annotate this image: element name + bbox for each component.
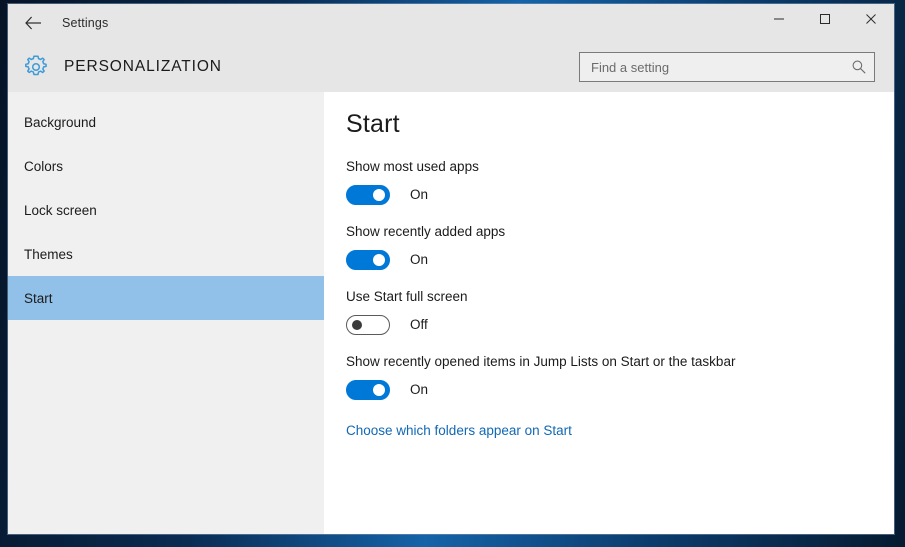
toggle-use-start-full-screen[interactable]: [346, 314, 390, 335]
close-icon: [866, 14, 876, 24]
search-icon: [852, 60, 866, 74]
sidebar-item-label: Colors: [24, 158, 64, 174]
toggle-knob: [373, 383, 385, 396]
setting-show-most-used-apps: Show most used apps On: [346, 159, 894, 205]
toggle-show-recently-added-apps[interactable]: [346, 249, 390, 270]
search-input[interactable]: [580, 53, 844, 81]
settings-gear-button[interactable]: [19, 50, 53, 84]
toggle-knob: [352, 319, 362, 330]
sidebar-item-themes[interactable]: Themes: [8, 232, 324, 276]
settings-content-pane: Start Show most used apps On Show recent…: [324, 92, 894, 534]
toggle-show-recently-opened-items[interactable]: [346, 379, 390, 400]
setting-use-start-full-screen: Use Start full screen Off: [346, 289, 894, 335]
sidebar-nav: Background Colors Lock screen Themes Sta…: [8, 92, 324, 534]
choose-folders-link[interactable]: Choose which folders appear on Start: [346, 423, 572, 438]
sidebar-item-start[interactable]: Start: [8, 276, 324, 320]
back-arrow-icon: [24, 16, 41, 30]
window-body: Background Colors Lock screen Themes Sta…: [8, 92, 894, 534]
maximize-icon: [820, 14, 830, 24]
toggle-state-label: On: [410, 252, 429, 268]
sidebar-item-colors[interactable]: Colors: [8, 144, 324, 188]
window-controls: [756, 4, 894, 42]
settings-window: Settings PERSONALIZATION Find a setting …: [8, 4, 894, 534]
setting-label: Use Start full screen: [346, 288, 468, 304]
page-category-title: PERSONALIZATION: [64, 58, 222, 75]
setting-label: Show recently added apps: [346, 223, 506, 239]
toggle-state-label: On: [410, 382, 429, 397]
minimize-button[interactable]: [756, 4, 802, 34]
toggle-row: On: [346, 379, 894, 400]
search-box[interactable]: [579, 52, 875, 82]
back-button[interactable]: [12, 7, 54, 39]
toggle-row: On: [346, 249, 894, 270]
setting-show-recently-opened-items: Show recently opened items in Jump Lists…: [346, 354, 894, 400]
maximize-button[interactable]: [802, 4, 848, 34]
title-bar: Settings: [8, 4, 894, 42]
sidebar-item-label: Start: [24, 290, 53, 306]
category-header: PERSONALIZATION: [8, 42, 894, 92]
toggle-show-most-used-apps[interactable]: [346, 184, 390, 205]
gear-icon: [25, 55, 47, 76]
page-title: Start: [346, 110, 400, 138]
close-button[interactable]: [848, 4, 894, 34]
toggle-row: On: [346, 184, 894, 205]
toggle-row: Off: [346, 314, 894, 335]
toggle-state-label: Off: [410, 317, 428, 333]
minimize-icon: [774, 18, 784, 20]
toggle-knob: [373, 253, 385, 266]
setting-label: Show most used apps: [346, 159, 479, 174]
search-button[interactable]: [844, 53, 874, 81]
sidebar-item-background[interactable]: Background: [8, 100, 324, 144]
toggle-state-label: On: [410, 187, 429, 203]
setting-label: Show recently opened items in Jump Lists…: [346, 353, 736, 369]
sidebar-item-lock-screen[interactable]: Lock screen: [8, 188, 324, 232]
toggle-knob: [373, 188, 385, 201]
app-title: Settings: [62, 16, 109, 30]
desktop-backdrop: Settings PERSONALIZATION Find a setting …: [0, 0, 905, 547]
sidebar-item-label: Themes: [24, 246, 73, 262]
setting-show-recently-added-apps: Show recently added apps On: [346, 224, 894, 270]
sidebar-item-label: Background: [24, 114, 97, 130]
sidebar-item-label: Lock screen: [24, 202, 97, 218]
